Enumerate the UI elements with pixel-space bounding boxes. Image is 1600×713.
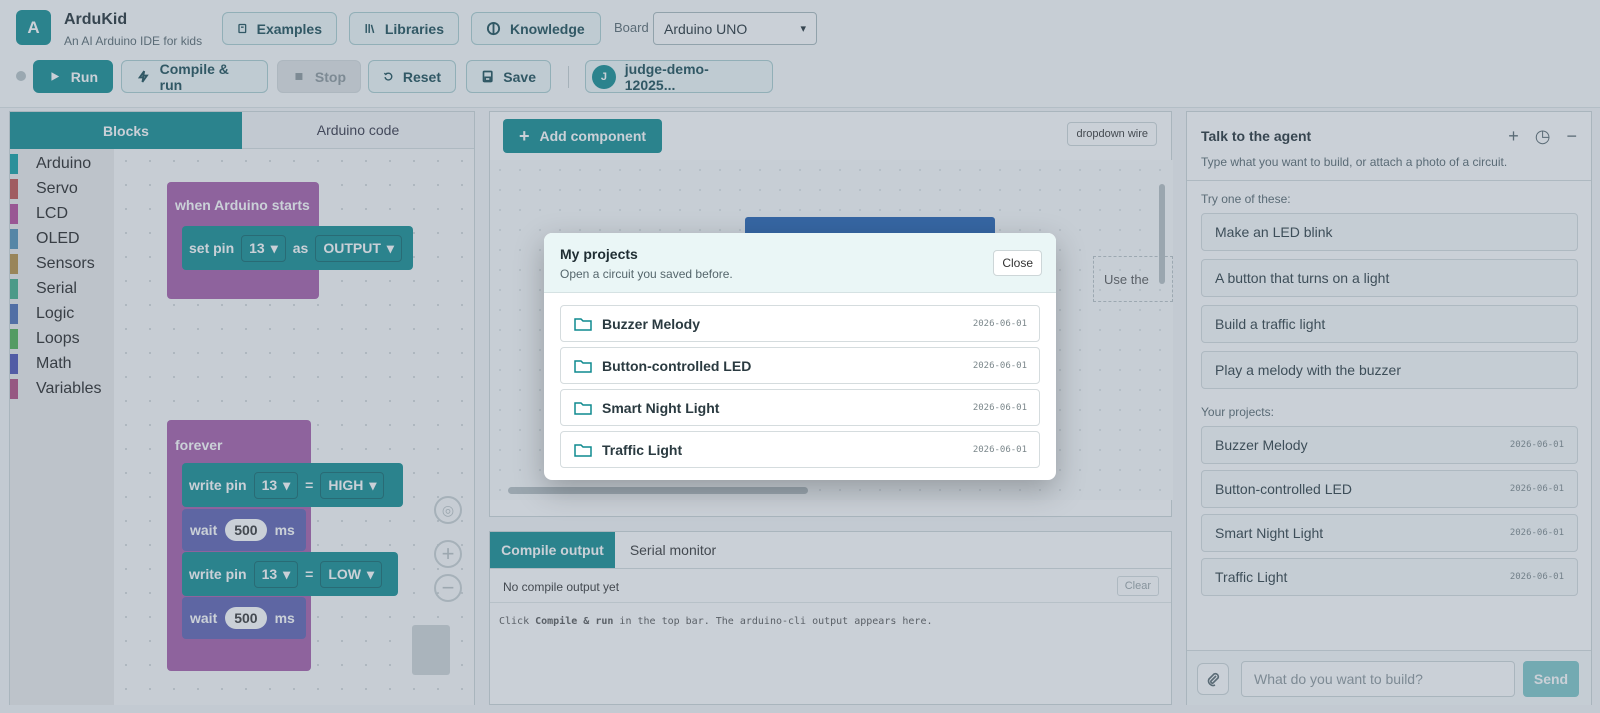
folder-icon <box>574 359 592 373</box>
project-row[interactable]: Buzzer Melody 2026-06-01 <box>560 305 1040 342</box>
dialog-subtitle: Open a circuit you saved before. <box>560 267 733 281</box>
project-row[interactable]: Button-controlled LED 2026-06-01 <box>560 347 1040 384</box>
project-row[interactable]: Smart Night Light 2026-06-01 <box>560 389 1040 426</box>
my-projects-dialog: My projects Open a circuit you saved bef… <box>544 233 1056 480</box>
folder-icon <box>574 401 592 415</box>
folder-icon <box>574 317 592 331</box>
dialog-title: My projects <box>560 246 638 262</box>
dialog-header: My projects Open a circuit you saved bef… <box>544 233 1056 293</box>
folder-icon <box>574 443 592 457</box>
close-button[interactable]: Close <box>993 250 1042 276</box>
project-row[interactable]: Traffic Light 2026-06-01 <box>560 431 1040 468</box>
